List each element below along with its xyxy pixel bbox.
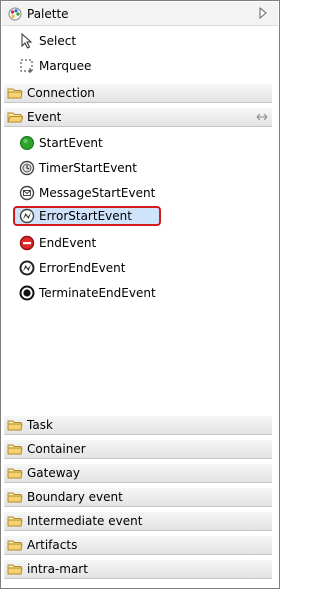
drawer-label: intra-mart xyxy=(27,562,88,576)
folder-icon xyxy=(7,468,23,479)
end-event-icon xyxy=(19,235,35,251)
error-end-event-icon xyxy=(19,260,35,276)
pin-drawer-icon[interactable] xyxy=(256,112,268,122)
drawer-label: Container xyxy=(27,442,86,456)
drawer-intra-mart[interactable]: intra-mart xyxy=(4,559,272,579)
entry-label: ErrorStartEvent xyxy=(39,209,132,223)
drawer-task[interactable]: Task xyxy=(4,415,272,435)
entry-label: StartEvent xyxy=(39,136,103,150)
palette-panel: Palette Select Marquee Connection Event xyxy=(0,0,280,589)
drawer-event[interactable]: Event xyxy=(4,107,272,127)
drawer-label: Event xyxy=(27,110,62,124)
palette-entry-message-start-event[interactable]: MessageStartEvent xyxy=(19,183,155,203)
palette-menu-arrow-icon[interactable] xyxy=(258,7,268,19)
folder-icon xyxy=(7,420,23,431)
drawer-intermediate-event[interactable]: Intermediate event xyxy=(4,511,272,531)
entry-label: EndEvent xyxy=(39,236,97,250)
message-start-event-icon xyxy=(19,185,35,201)
folder-icon xyxy=(7,88,23,99)
select-tool[interactable]: Select xyxy=(19,31,76,51)
entry-label: MessageStartEvent xyxy=(39,186,156,200)
palette-icon xyxy=(8,7,22,20)
entry-label: TimerStartEvent xyxy=(39,161,137,175)
palette-entry-start-event[interactable]: StartEvent xyxy=(19,133,103,153)
drawer-label: Intermediate event xyxy=(27,514,143,528)
marquee-tool[interactable]: Marquee xyxy=(19,56,91,76)
drawer-label: Boundary event xyxy=(27,490,123,504)
palette-header[interactable]: Palette xyxy=(2,2,278,26)
palette-entry-error-start-event[interactable]: ErrorStartEvent xyxy=(19,206,132,226)
palette-entry-error-end-event[interactable]: ErrorEndEvent xyxy=(19,258,125,278)
drawer-boundary-event[interactable]: Boundary event xyxy=(4,487,272,507)
drawer-artifacts[interactable]: Artifacts xyxy=(4,535,272,555)
entry-label: TerminateEndEvent xyxy=(39,286,156,300)
start-event-icon xyxy=(20,136,34,150)
timer-start-event-icon xyxy=(19,160,35,176)
palette-title: Palette xyxy=(27,6,69,21)
folder-icon xyxy=(7,564,23,575)
palette-entry-timer-start-event[interactable]: TimerStartEvent xyxy=(19,158,137,178)
folder-icon xyxy=(7,540,23,551)
open-folder-icon xyxy=(7,112,23,123)
palette-entry-end-event[interactable]: EndEvent xyxy=(19,233,96,253)
palette-entry-terminate-end-event[interactable]: TerminateEndEvent xyxy=(19,283,156,303)
terminate-end-event-icon xyxy=(19,285,35,301)
drawer-connection[interactable]: Connection xyxy=(4,83,272,103)
marquee-tool-label: Marquee xyxy=(39,59,92,73)
marquee-icon xyxy=(20,59,33,73)
folder-icon xyxy=(7,516,23,527)
select-tool-label: Select xyxy=(39,34,77,48)
drawer-label: Connection xyxy=(27,86,95,100)
drawer-label: Artifacts xyxy=(27,538,78,552)
folder-icon xyxy=(7,444,23,455)
error-start-event-icon xyxy=(19,208,35,224)
drawer-label: Gateway xyxy=(27,466,81,480)
drawer-label: Task xyxy=(27,418,53,432)
folder-icon xyxy=(7,492,23,503)
drawer-gateway[interactable]: Gateway xyxy=(4,463,272,483)
arrow-cursor-icon xyxy=(21,33,33,49)
entry-label: ErrorEndEvent xyxy=(39,261,126,275)
drawer-container[interactable]: Container xyxy=(4,439,272,459)
